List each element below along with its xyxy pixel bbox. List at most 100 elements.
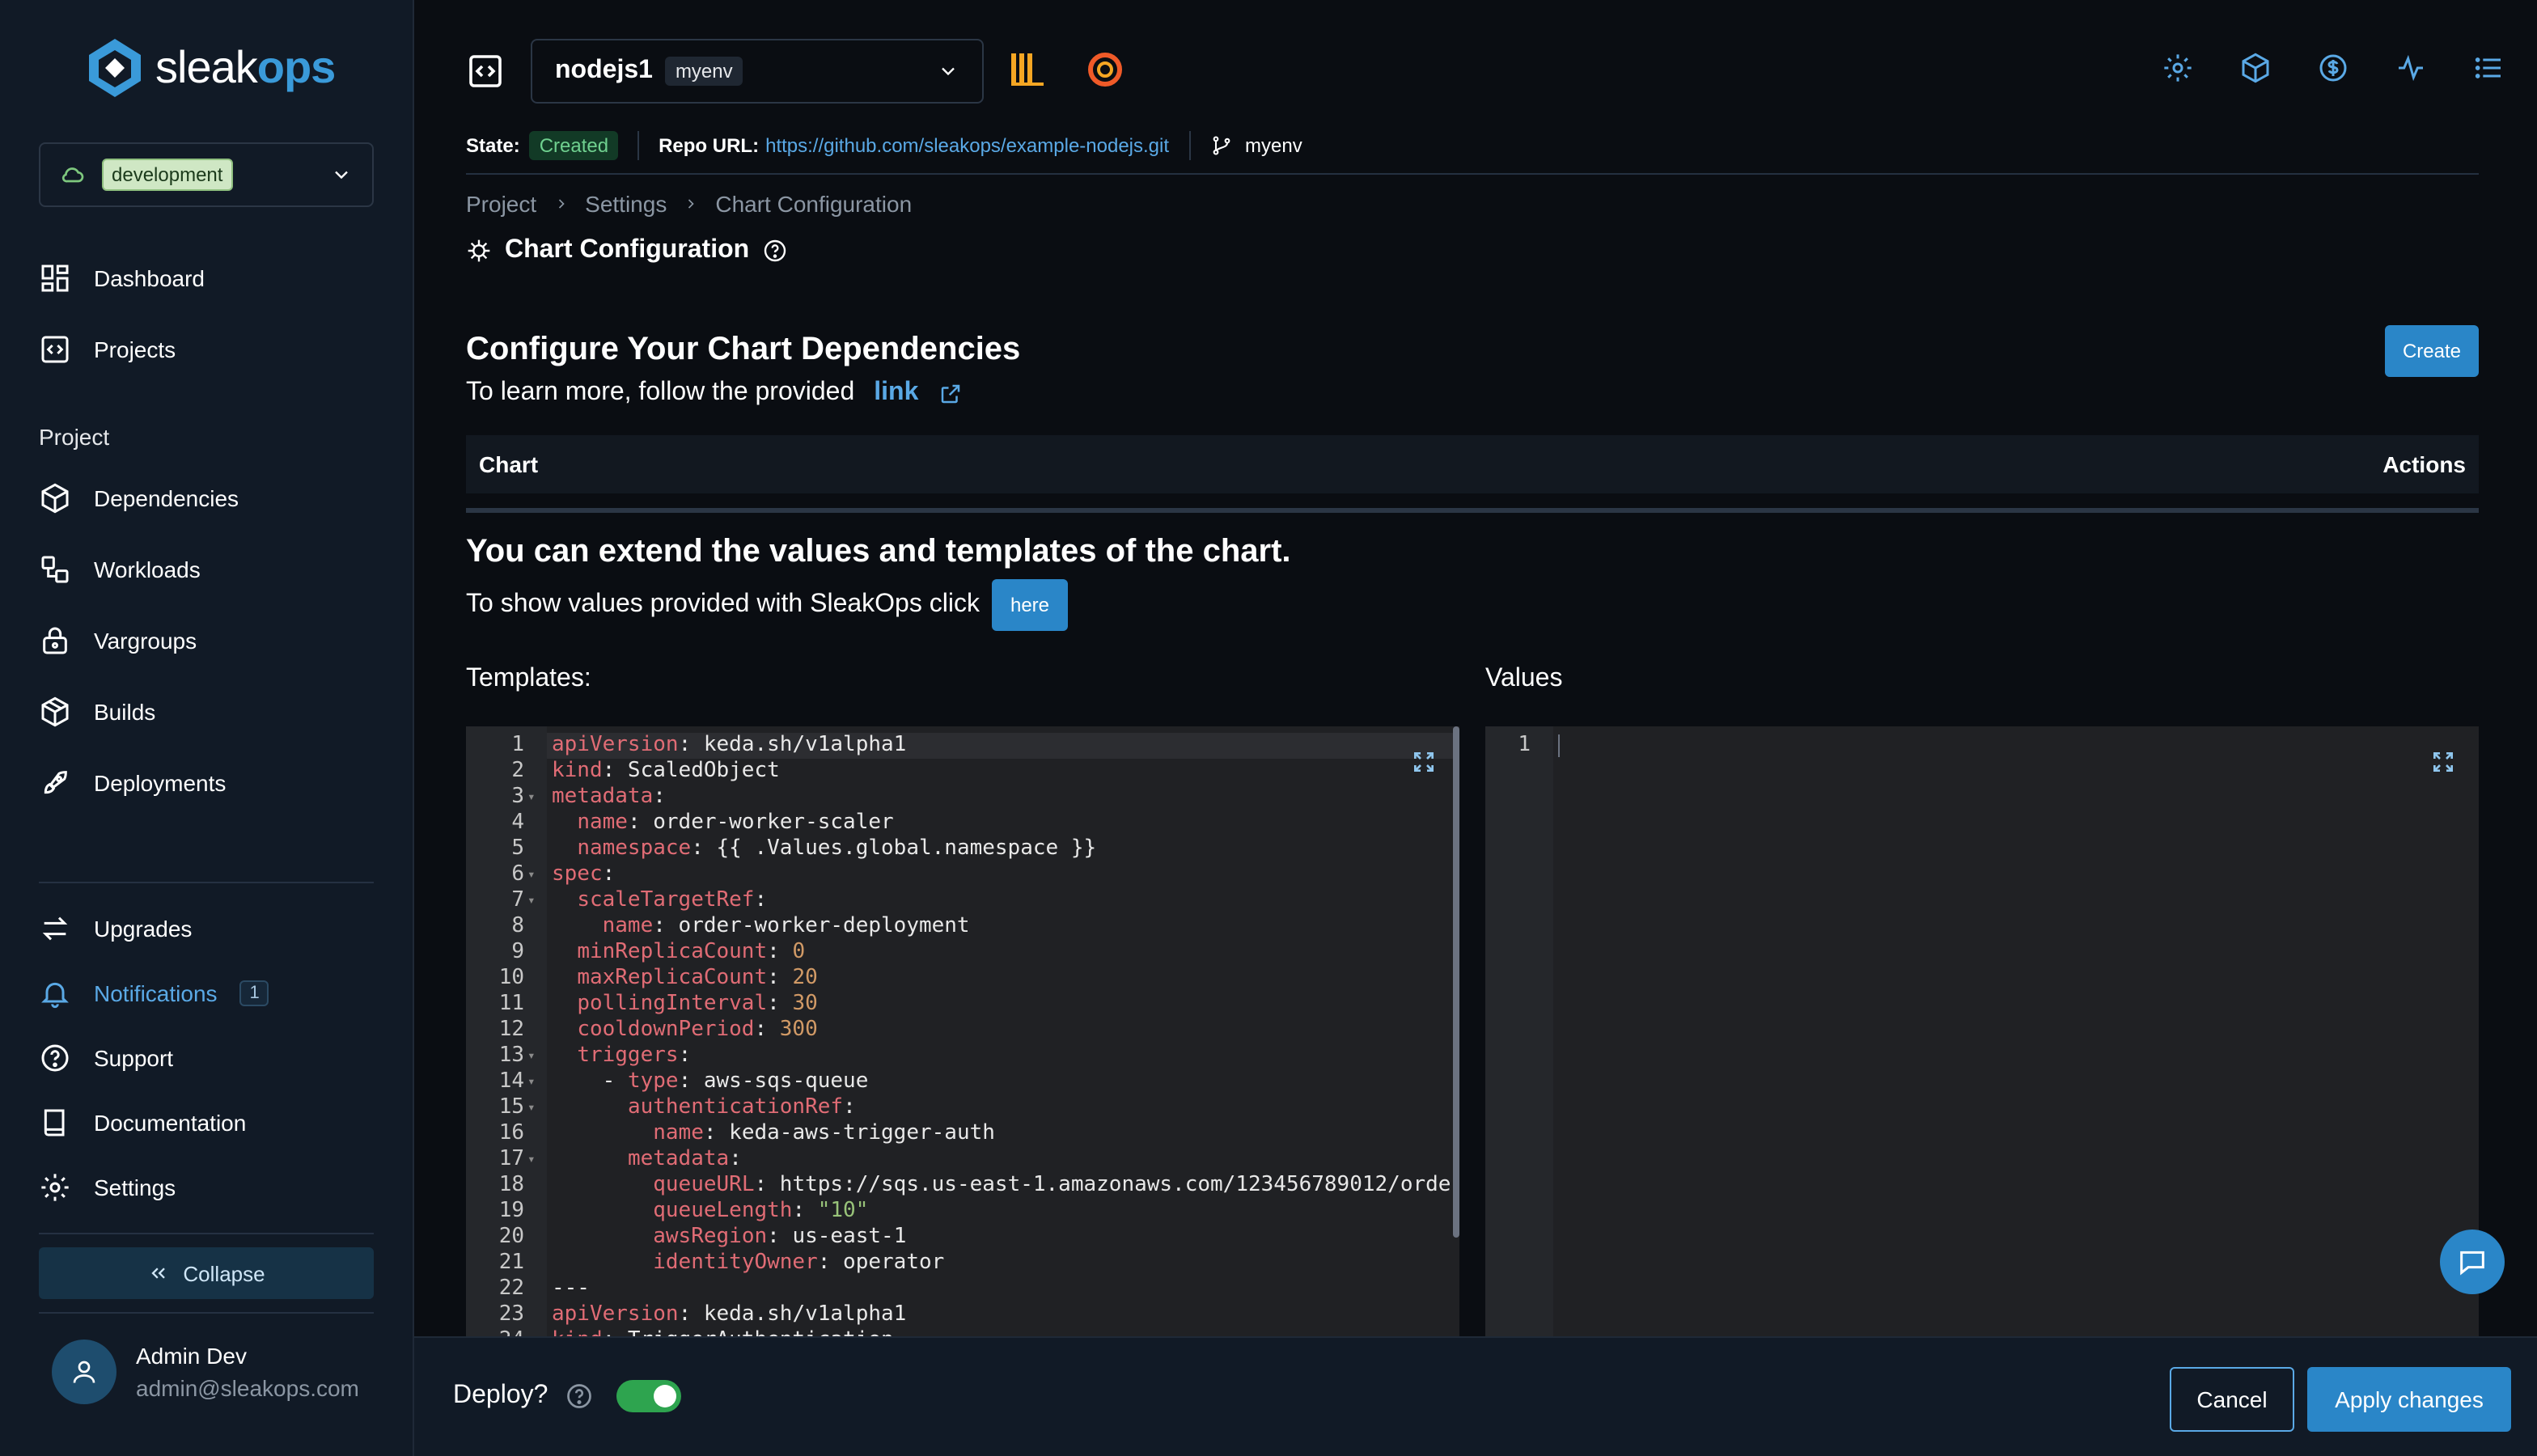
list-icon[interactable] bbox=[2472, 52, 2505, 84]
dashboard-icon bbox=[41, 265, 69, 292]
create-button[interactable]: Create bbox=[2385, 325, 2479, 377]
sidebar-item-settings[interactable]: Settings bbox=[39, 1168, 176, 1207]
apply-changes-button[interactable]: Apply changes bbox=[2307, 1367, 2511, 1432]
line-number: 2 bbox=[511, 759, 524, 783]
fold-toggle-icon[interactable]: ▾ bbox=[527, 1043, 536, 1069]
breadcrumb-project[interactable]: Project bbox=[466, 191, 536, 217]
fold-toggle-icon[interactable]: ▾ bbox=[527, 1095, 536, 1121]
help-circle-icon[interactable] bbox=[564, 1382, 593, 1411]
templates-code-editor[interactable]: 1 apiVersion: keda.sh/v1alpha1 2 kind: Scal… bbox=[466, 726, 1459, 1338]
sidebar-divider bbox=[39, 1312, 374, 1314]
deploy-label: Deploy? bbox=[453, 1382, 548, 1409]
fold-toggle-icon[interactable]: ▾ bbox=[527, 862, 536, 888]
values-label: Values bbox=[1485, 665, 1563, 692]
line-number: 12 bbox=[498, 1018, 524, 1042]
gear-icon[interactable] bbox=[2162, 52, 2194, 84]
chevron-right-icon bbox=[688, 199, 695, 209]
sidebar-divider bbox=[39, 1233, 374, 1234]
page-title-text: Chart Configuration bbox=[505, 236, 750, 264]
external-link-icon[interactable] bbox=[938, 381, 962, 405]
line-number: 13 bbox=[498, 1043, 524, 1068]
column-actions: Actions bbox=[2382, 451, 2466, 477]
cube-icon[interactable] bbox=[2239, 52, 2272, 84]
activity-icon[interactable] bbox=[2395, 52, 2427, 84]
sidebar-item-label: Dashboard bbox=[94, 265, 205, 291]
sleakops-logo[interactable]: sleakops bbox=[84, 36, 336, 100]
book-icon bbox=[44, 1109, 65, 1136]
sidebar-item-label: Deployments bbox=[94, 770, 227, 796]
line-number: 1 bbox=[1518, 733, 1531, 757]
line-number: 19 bbox=[498, 1199, 524, 1223]
fold-toggle-icon[interactable]: ▾ bbox=[527, 785, 536, 811]
code-text: awsRegion: us-east-1 bbox=[653, 1225, 907, 1249]
sidebar-item-dashboard[interactable]: Dashboard bbox=[39, 259, 205, 298]
user-icon bbox=[73, 1361, 95, 1383]
line-number: 7 bbox=[511, 888, 524, 912]
sidebar-item-builds[interactable]: Builds bbox=[39, 692, 155, 731]
sidebar-item-support[interactable]: Support bbox=[39, 1039, 173, 1077]
lock-icon bbox=[43, 627, 67, 654]
code-text: name: order-worker-scaler bbox=[577, 811, 894, 835]
collapse-button[interactable]: Collapse bbox=[39, 1247, 374, 1299]
sidebar: sleakops development Dashboard Projects … bbox=[0, 0, 414, 1456]
project-env-badge: myenv bbox=[665, 57, 743, 86]
project-name: nodejs1 bbox=[555, 57, 653, 84]
grafana-icon[interactable] bbox=[1084, 49, 1126, 91]
dependencies-subtitle-text: To learn more, follow the provided bbox=[466, 379, 855, 406]
environment-select[interactable]: development bbox=[39, 142, 374, 207]
show-values-button[interactable]: here bbox=[992, 579, 1068, 631]
sidebar-item-notifications[interactable]: Notifications 1 bbox=[39, 974, 269, 1013]
sidebar-item-vargroups[interactable]: Vargroups bbox=[39, 621, 197, 660]
helm-wheel-icon bbox=[468, 239, 490, 262]
line-number: 16 bbox=[498, 1121, 524, 1145]
dollar-icon[interactable] bbox=[2317, 52, 2349, 84]
chevron-right-icon bbox=[558, 199, 564, 209]
line-number: 10 bbox=[498, 966, 524, 990]
code-text: identityOwner: operator bbox=[653, 1251, 945, 1275]
chat-icon bbox=[2460, 1251, 2484, 1276]
rocket-icon bbox=[44, 771, 67, 794]
code-text: maxReplicaCount: 20 bbox=[577, 966, 818, 990]
breadcrumb-settings[interactable]: Settings bbox=[585, 191, 667, 217]
sidebar-item-deployments[interactable]: Deployments bbox=[39, 764, 226, 802]
boxes-icon bbox=[41, 696, 69, 727]
sidebar-item-documentation[interactable]: Documentation bbox=[39, 1103, 246, 1142]
cancel-button[interactable]: Cancel bbox=[2170, 1367, 2294, 1432]
expand-icon[interactable] bbox=[1411, 749, 1437, 775]
sidebar-item-workloads[interactable]: Workloads bbox=[39, 550, 201, 589]
project-select[interactable]: nodejs1 myenv bbox=[531, 39, 984, 104]
fold-toggle-icon[interactable]: ▾ bbox=[527, 888, 536, 914]
code-text: metadata: bbox=[552, 785, 666, 809]
sidebar-item-label: Projects bbox=[94, 336, 176, 362]
editor-scrollbar[interactable] bbox=[1453, 726, 1459, 1238]
line-number: 3 bbox=[511, 785, 524, 809]
sidebar-item-label: Settings bbox=[94, 1175, 176, 1200]
line-number: 4 bbox=[511, 811, 524, 835]
repo-url-link[interactable]: https://github.com/sleakops/example-node… bbox=[765, 133, 1169, 156]
sidebar-item-label: Documentation bbox=[94, 1110, 247, 1136]
values-code-editor[interactable]: 1 bbox=[1485, 726, 2479, 1338]
sidebar-item-upgrades[interactable]: Upgrades bbox=[39, 909, 192, 948]
fold-toggle-icon[interactable]: ▾ bbox=[527, 1069, 536, 1095]
sidebar-item-dependencies[interactable]: Dependencies bbox=[39, 479, 239, 518]
table-divider bbox=[466, 508, 2479, 513]
code-box-icon[interactable] bbox=[466, 52, 505, 91]
logs-tool-icon[interactable] bbox=[1006, 49, 1048, 91]
user-profile[interactable]: Admin Dev admin@sleakops.com bbox=[52, 1340, 359, 1404]
chevron-down-icon bbox=[335, 171, 348, 180]
expand-icon[interactable] bbox=[2430, 749, 2456, 775]
chat-support-button[interactable] bbox=[2440, 1230, 2505, 1294]
logo-icon bbox=[89, 39, 141, 97]
notification-count-badge: 1 bbox=[239, 980, 269, 1006]
line-number: 18 bbox=[498, 1173, 524, 1197]
sidebar-item-label: Notifications bbox=[94, 980, 218, 1006]
collapse-label: Collapse bbox=[183, 1261, 265, 1285]
help-circle-icon[interactable] bbox=[762, 238, 788, 264]
sidebar-item-projects[interactable]: Projects bbox=[39, 330, 176, 369]
fold-toggle-icon[interactable]: ▾ bbox=[527, 1147, 536, 1173]
breadcrumb: Project Settings Chart Configuration bbox=[466, 191, 912, 217]
editor-gutter bbox=[1485, 726, 1553, 1338]
docs-link[interactable]: link bbox=[874, 379, 918, 408]
deploy-toggle[interactable] bbox=[616, 1380, 681, 1412]
line-number: 1 bbox=[511, 733, 524, 757]
